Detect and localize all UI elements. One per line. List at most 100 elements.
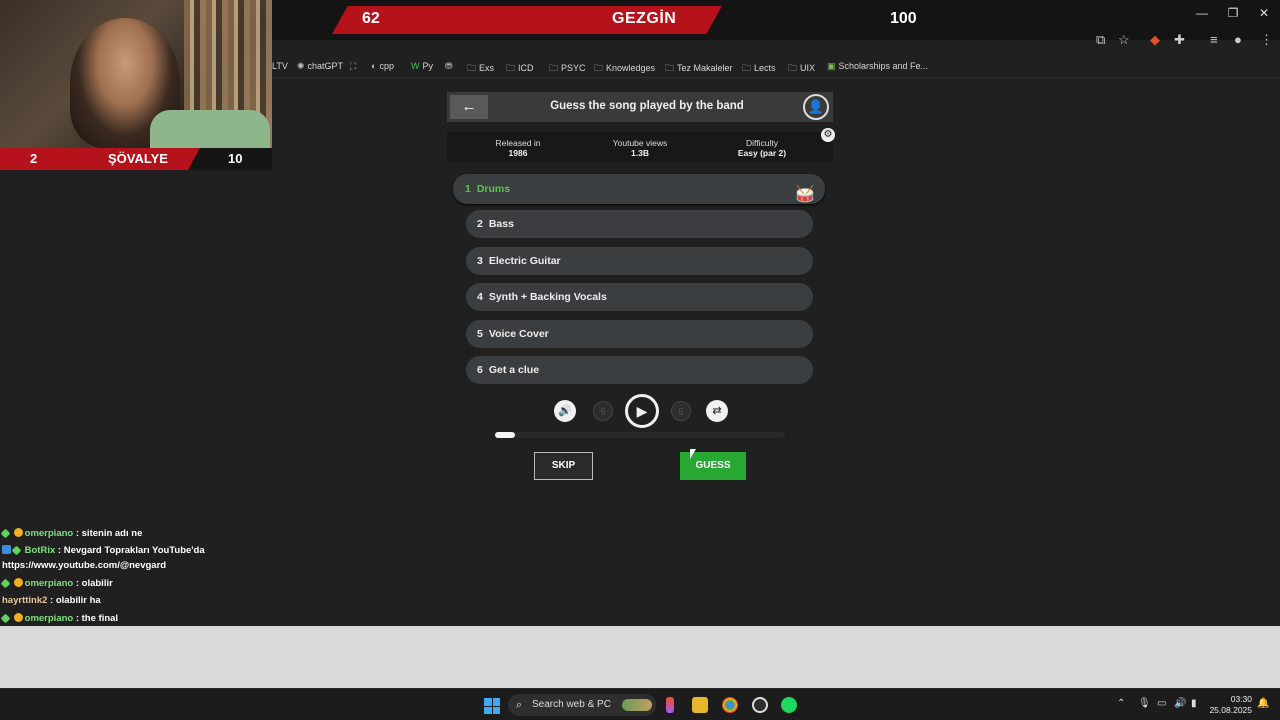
- chat-text: : Nevgard Toprakları YouTube'da: [55, 545, 205, 556]
- track-item-electric-guitar[interactable]: 3 Electric Guitar: [466, 247, 813, 275]
- bookmark-grid[interactable]: ⛶: [350, 61, 359, 72]
- playback-progress-bar[interactable]: [495, 432, 785, 438]
- install-app-icon[interactable]: ⧉: [1096, 32, 1105, 48]
- user-icon: 👤: [807, 99, 825, 114]
- chat-message: omerpiano : olabilir: [0, 578, 113, 589]
- chat-username[interactable]: omerpiano: [25, 528, 74, 539]
- windows-taskbar: ⌕ Search web & PC ⌃ 🎙 ▭ 🔊 ▮ 03:30 25.08.…: [0, 688, 1280, 720]
- puzzle-icon[interactable]: ✚: [1174, 32, 1185, 48]
- views-label: Youtube views: [612, 138, 668, 148]
- difficulty-info: Difficulty Easy (par 2): [727, 138, 797, 158]
- file-explorer-icon[interactable]: [692, 697, 708, 713]
- bookmark-exs[interactable]: 🗀 Exs: [467, 61, 494, 77]
- media-icon[interactable]: ≡: [1210, 32, 1218, 47]
- bookmark-chatgpt[interactable]: ✺ chatGPT: [297, 61, 343, 72]
- chat-text: : sitenin adı ne: [73, 528, 143, 539]
- notification-icon[interactable]: 🔔: [1257, 698, 1269, 709]
- top-overlay-title: GEZGİN: [612, 10, 677, 27]
- battery-icon[interactable]: ▮: [1191, 698, 1197, 709]
- cpp-icon: ◐: [371, 61, 377, 71]
- bookmark-uix[interactable]: 🗀 UIX: [788, 61, 815, 77]
- rewind-5-button[interactable]: 5: [593, 401, 613, 421]
- folder-icon: 🗀: [665, 63, 675, 73]
- volume-button[interactable]: 🔊: [554, 400, 576, 422]
- chat-text: : the final: [73, 613, 119, 624]
- track-number: 3: [477, 255, 483, 267]
- track-item-bass[interactable]: 2 Bass: [466, 210, 813, 238]
- track-label: Bass: [488, 218, 514, 230]
- vip-badge-icon: [0, 578, 11, 589]
- bookmark-ltv[interactable]: LTV: [272, 61, 288, 71]
- track-item-get-a-clue[interactable]: 6 Get a clue: [466, 356, 813, 384]
- forward-5-button[interactable]: 5: [671, 401, 691, 421]
- extension-icon[interactable]: ◆: [1150, 32, 1160, 48]
- vip-badge-icon: [0, 613, 11, 624]
- drum-kit-icon: 🥁: [795, 186, 815, 203]
- bookmark-py[interactable]: W Py: [411, 61, 433, 71]
- chat-username[interactable]: omerpiano: [25, 578, 74, 589]
- bookmark-label: Py: [422, 61, 434, 71]
- bookmark-psyc[interactable]: 🗀 PSYC: [549, 61, 586, 77]
- chat-username[interactable]: BotRix: [25, 545, 56, 556]
- search-placeholder: Search web & PC: [532, 699, 611, 710]
- track-label: Synth + Backing Vocals: [488, 291, 607, 303]
- track-number: 6: [477, 364, 483, 376]
- play-button[interactable]: ▶: [625, 394, 659, 428]
- cam-right-score: 10: [228, 151, 243, 166]
- chat-text: https://www.youtube.com/@nevgard: [2, 560, 167, 571]
- chat-text: : olabilir ha: [47, 595, 101, 606]
- folder-icon: 🗀: [506, 63, 516, 73]
- bookmark-knowledges[interactable]: 🗀 Knowledges: [594, 61, 655, 77]
- bookmark-cpp[interactable]: ◐ cpp: [371, 61, 394, 71]
- figma-icon[interactable]: [666, 697, 674, 713]
- display-icon[interactable]: ▭: [1157, 698, 1166, 709]
- bookmark-icon-only[interactable]: ⛃: [445, 61, 456, 72]
- close-button[interactable]: ✕: [1249, 6, 1279, 20]
- bookmark-label: PSYC: [561, 63, 586, 73]
- profile-button[interactable]: 👤: [803, 94, 829, 120]
- search-icon: ⌕: [516, 699, 523, 711]
- spotify-icon[interactable]: [781, 697, 797, 713]
- volume-icon[interactable]: 🔊: [1174, 698, 1186, 709]
- clock-time: 03:30: [1230, 694, 1252, 704]
- webcam-feed: [0, 0, 272, 148]
- menu-icon[interactable]: ⋮: [1260, 32, 1273, 48]
- track-label: Electric Guitar: [488, 255, 561, 267]
- game-header: ← Guess the song played by the band 👤: [447, 92, 833, 122]
- back-button[interactable]: ←: [450, 95, 488, 119]
- star-icon[interactable]: ☆: [1118, 32, 1130, 48]
- bookmark-scholarships[interactable]: ▣ Scholarships and Fe...: [827, 61, 928, 72]
- track-item-voice-cover[interactable]: 5 Voice Cover: [466, 320, 813, 348]
- track-number: 2: [477, 218, 483, 230]
- bot-badge-icon: [2, 545, 11, 554]
- song-info-strip: Released in 1986 Youtube views 1.3B Diff…: [447, 132, 833, 162]
- bookmark-tez-makaleler[interactable]: 🗀 Tez Makaleler: [665, 61, 733, 77]
- loop-button[interactable]: ⇄: [706, 400, 728, 422]
- skip-button[interactable]: SKIP: [534, 452, 593, 480]
- game-title: Guess the song played by the band: [550, 100, 744, 112]
- cam-left-score: 2: [30, 151, 38, 166]
- track-item-synth[interactable]: 4 Synth + Backing Vocals: [466, 283, 813, 311]
- obs-icon[interactable]: [752, 697, 768, 713]
- bookmark-label: Knowledges: [606, 63, 656, 73]
- chat-username[interactable]: hayrttink2: [2, 595, 47, 606]
- chevron-up-icon[interactable]: ⌃: [1117, 698, 1125, 709]
- windows-start-icon[interactable]: [484, 698, 500, 714]
- weather-widget-icon[interactable]: [622, 699, 652, 711]
- profile-icon[interactable]: ●: [1234, 32, 1242, 47]
- bookmark-lects[interactable]: 🗀 Lects: [742, 61, 776, 77]
- minimize-button[interactable]: —: [1187, 6, 1217, 20]
- bookmark-label: LTV: [272, 61, 288, 71]
- settings-gear-icon[interactable]: ⚙: [821, 128, 835, 142]
- microphone-icon[interactable]: 🎙: [1138, 698, 1151, 709]
- track-item-drums[interactable]: 1 Drums 🥁: [453, 174, 825, 204]
- bookmark-icd[interactable]: 🗀 ICD: [506, 61, 534, 77]
- chrome-icon[interactable]: [722, 697, 738, 713]
- restore-button[interactable]: ❐: [1218, 6, 1248, 20]
- bookmark-label: Exs: [479, 63, 495, 73]
- top-right-score: 100: [890, 10, 917, 27]
- taskbar-clock[interactable]: 03:30 25.08.2025: [1208, 694, 1252, 716]
- forward-icon: 5: [678, 407, 684, 417]
- track-number: 5: [477, 328, 483, 340]
- chat-username[interactable]: omerpiano: [25, 613, 74, 624]
